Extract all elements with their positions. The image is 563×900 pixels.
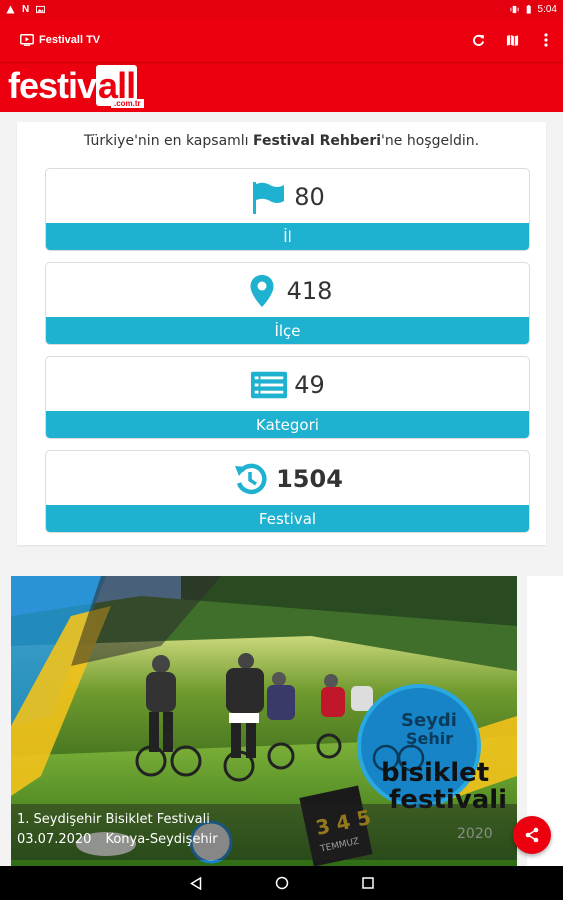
history-icon bbox=[232, 462, 270, 496]
list-icon bbox=[250, 368, 288, 402]
n-icon: N bbox=[22, 3, 30, 15]
stat-festival[interactable]: 1504 Festival bbox=[45, 450, 530, 533]
more-options-button[interactable] bbox=[539, 33, 553, 47]
banner-date: 03.07.2020 bbox=[17, 832, 92, 847]
recents-button[interactable] bbox=[360, 875, 376, 891]
logo-bar: festivall .com.tr bbox=[0, 62, 563, 112]
app-title: Festivall TV bbox=[39, 34, 101, 46]
banner-art-line2: Şehir bbox=[406, 729, 453, 748]
stat-festival-value: 1504 bbox=[276, 464, 343, 493]
banner-caption: 1. Seydişehir Bisiklet Festivali 03.07.2… bbox=[11, 804, 517, 860]
tv-icon bbox=[20, 34, 34, 46]
recents-icon bbox=[361, 877, 374, 889]
welcome-text: Türkiye'nin en kapsamlı Festival Rehberi… bbox=[83, 133, 480, 149]
vibrate-icon bbox=[509, 5, 519, 13]
banner-art-line3: bisiklet bbox=[381, 758, 489, 788]
stat-ilce-value: 418 bbox=[286, 276, 333, 305]
featured-festival-banner[interactable]: Seydi Şehir bisiklet festivali 2020 3 4 … bbox=[11, 576, 517, 866]
status-bar: N 5:04 bbox=[0, 0, 563, 18]
status-time: 5:04 bbox=[537, 3, 557, 15]
stat-kategori[interactable]: 49 Kategori bbox=[45, 356, 530, 439]
banner-title: 1. Seydişehir Bisiklet Festivali bbox=[17, 812, 210, 827]
stat-kategori-value: 49 bbox=[294, 370, 325, 399]
home-icon bbox=[275, 876, 288, 890]
stat-ilce-label: İlçe bbox=[46, 317, 529, 344]
refresh-icon bbox=[472, 34, 484, 46]
more-vert-icon bbox=[544, 33, 548, 47]
flag-icon bbox=[250, 180, 288, 214]
stats-card: Türkiye'nin en kapsamlı Festival Rehberi… bbox=[17, 122, 546, 545]
share-button[interactable] bbox=[513, 816, 551, 854]
share-icon bbox=[525, 827, 539, 843]
battery-icon bbox=[526, 4, 531, 14]
back-button[interactable] bbox=[188, 875, 204, 891]
map-icon bbox=[506, 34, 518, 46]
banner-art-line1: Seydi bbox=[401, 710, 457, 731]
stat-kategori-label: Kategori bbox=[46, 411, 529, 438]
system-nav-bar bbox=[0, 866, 563, 900]
app-bar: Festivall TV bbox=[0, 18, 563, 62]
image-icon bbox=[36, 5, 46, 13]
stat-il-value: 80 bbox=[294, 182, 325, 211]
back-icon bbox=[189, 876, 201, 890]
stat-ilce[interactable]: 418 İlçe bbox=[45, 262, 530, 345]
refresh-button[interactable] bbox=[471, 33, 485, 47]
banner-location: Konya-Seydişehir bbox=[105, 832, 218, 847]
stat-il[interactable]: 80 İl bbox=[45, 168, 530, 251]
stat-il-label: İl bbox=[46, 223, 529, 250]
alert-icon bbox=[6, 4, 15, 14]
location-pin-icon bbox=[243, 274, 281, 308]
map-button[interactable] bbox=[505, 33, 519, 47]
stat-festival-label: Festival bbox=[46, 505, 529, 532]
home-button[interactable] bbox=[274, 875, 290, 891]
logo-domain: .com.tr bbox=[111, 99, 144, 108]
